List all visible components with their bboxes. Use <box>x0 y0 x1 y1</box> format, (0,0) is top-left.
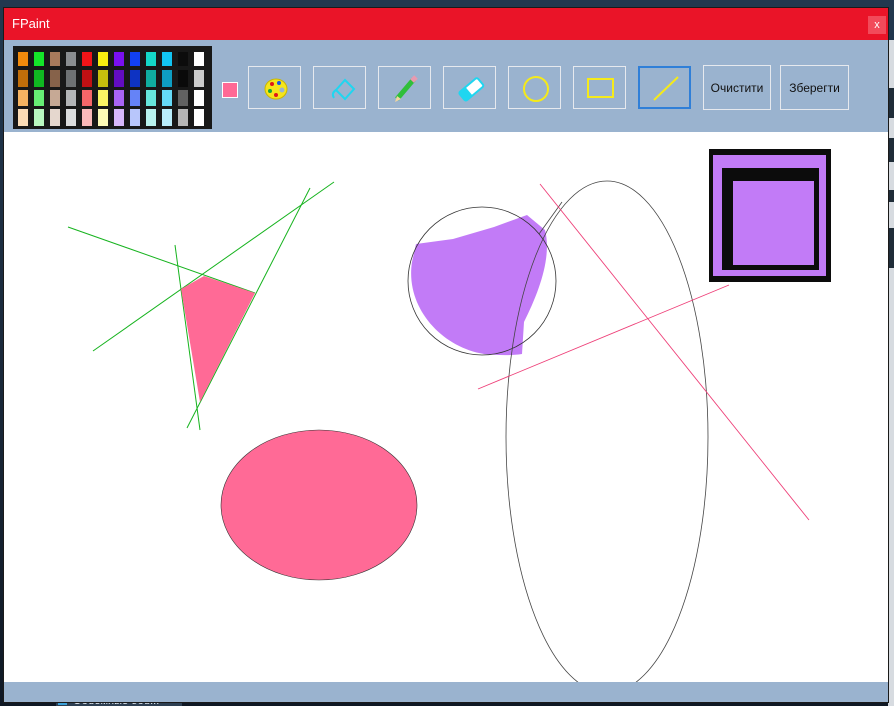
paint-bucket-icon <box>331 78 356 101</box>
palette-swatch[interactable] <box>98 52 108 66</box>
line-tool-button[interactable] <box>638 66 691 109</box>
palette-swatch[interactable] <box>82 52 92 66</box>
palette-swatch[interactable] <box>34 109 44 126</box>
palette-swatch[interactable] <box>194 109 204 126</box>
ellipse-tool-button[interactable] <box>508 66 561 109</box>
palette-swatch[interactable] <box>130 90 140 106</box>
palette-swatch[interactable] <box>18 90 28 106</box>
canvas-drawing <box>67 149 831 682</box>
drawing-canvas[interactable] <box>4 132 888 682</box>
rectangle-tool-button[interactable] <box>573 66 626 109</box>
palette-swatch[interactable] <box>130 109 140 126</box>
palette-icon <box>264 78 288 100</box>
palette-swatch[interactable] <box>82 70 92 87</box>
palette-swatch[interactable] <box>50 90 60 106</box>
title-bar: FPaint x <box>4 8 888 40</box>
palette-swatch[interactable] <box>114 109 124 126</box>
palette-swatch[interactable] <box>98 90 108 106</box>
palette-swatch[interactable] <box>82 109 92 126</box>
palette-swatch[interactable] <box>50 70 60 87</box>
line-icon <box>653 76 679 101</box>
circle-icon <box>523 76 549 102</box>
palette-tool-button[interactable] <box>248 66 301 109</box>
palette-swatch[interactable] <box>98 70 108 87</box>
palette-swatch[interactable] <box>18 109 28 126</box>
pencil-tool-button[interactable] <box>378 66 431 109</box>
palette-swatch[interactable] <box>114 90 124 106</box>
palette-swatch[interactable] <box>130 70 140 87</box>
palette-swatch[interactable] <box>146 70 156 87</box>
fpaint-window: FPaint x Очистити Зберегти <box>4 8 888 702</box>
palette-swatch[interactable] <box>50 52 60 66</box>
palette-swatch[interactable] <box>194 90 204 106</box>
clear-button[interactable]: Очистити <box>703 65 771 110</box>
palette-swatch[interactable] <box>18 52 28 66</box>
palette-swatch[interactable] <box>178 90 188 106</box>
palette-swatch[interactable] <box>178 70 188 87</box>
pencil-icon <box>395 75 418 102</box>
close-button[interactable]: x <box>868 16 886 34</box>
eraser-icon <box>458 77 485 102</box>
rectangle-icon <box>587 78 614 98</box>
toolbar: Очистити Зберегти <box>4 40 888 132</box>
palette-swatch[interactable] <box>82 90 92 106</box>
fill-tool-button[interactable] <box>313 66 366 109</box>
palette-swatch[interactable] <box>66 52 76 66</box>
palette-swatch[interactable] <box>146 52 156 66</box>
palette-swatch[interactable] <box>50 109 60 126</box>
palette-swatch[interactable] <box>162 109 172 126</box>
palette-swatch[interactable] <box>114 70 124 87</box>
palette-swatch[interactable] <box>178 52 188 66</box>
desktop-right-edge <box>888 40 894 706</box>
palette-swatch[interactable] <box>146 90 156 106</box>
palette-swatch[interactable] <box>66 109 76 126</box>
palette-swatch[interactable] <box>162 70 172 87</box>
palette-swatch[interactable] <box>162 90 172 106</box>
window-title: FPaint <box>12 16 50 31</box>
palette-swatch[interactable] <box>66 70 76 87</box>
palette-swatch[interactable] <box>162 52 172 66</box>
palette-swatch[interactable] <box>130 52 140 66</box>
palette-swatch[interactable] <box>98 109 108 126</box>
palette-swatch[interactable] <box>194 70 204 87</box>
color-palette[interactable] <box>13 46 212 129</box>
palette-swatch[interactable] <box>34 52 44 66</box>
palette-swatch[interactable] <box>146 109 156 126</box>
palette-swatch[interactable] <box>114 52 124 66</box>
status-bar <box>4 682 888 702</box>
palette-swatch[interactable] <box>34 70 44 87</box>
palette-swatch[interactable] <box>178 109 188 126</box>
palette-swatch[interactable] <box>34 90 44 106</box>
palette-swatch[interactable] <box>194 52 204 66</box>
current-color-swatch <box>222 82 238 98</box>
palette-swatch[interactable] <box>66 90 76 106</box>
save-button[interactable]: Зберегти <box>780 65 849 110</box>
eraser-tool-button[interactable] <box>443 66 496 109</box>
palette-swatch[interactable] <box>18 70 28 87</box>
